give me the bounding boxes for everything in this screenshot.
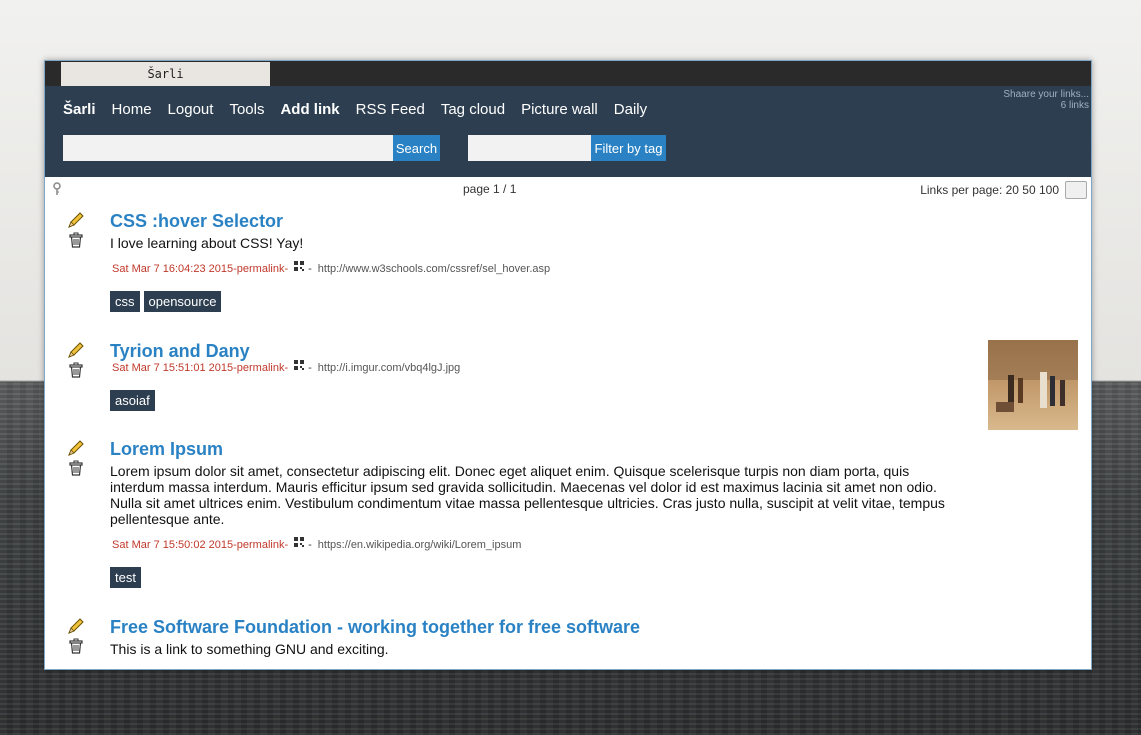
link-date[interactable]: Sat Mar 7 16:04:23 2015	[112, 263, 233, 275]
link-actions	[67, 617, 87, 655]
link-title[interactable]: Free Software Foundation - working toget…	[110, 617, 640, 638]
separator: -	[308, 362, 312, 374]
permalink[interactable]: permalink	[237, 263, 285, 275]
link-title[interactable]: Lorem Ipsum	[110, 439, 223, 460]
site-header: Šarli Home Logout Tools Add link RSS Fee…	[45, 86, 1091, 177]
tagline: Shaare your links...	[1003, 89, 1089, 100]
link-url[interactable]: http://www.w3schools.com/cssref/sel_hove…	[318, 263, 550, 275]
trash-icon[interactable]	[67, 637, 85, 655]
nav-tools[interactable]: Tools	[229, 101, 264, 118]
trash-icon[interactable]	[67, 459, 85, 477]
separator: -	[284, 362, 289, 374]
nav-brand[interactable]: Šarli	[63, 101, 96, 118]
tag-list: test	[110, 567, 141, 588]
tag-filter-input[interactable]	[468, 135, 591, 161]
separator: -	[308, 539, 312, 551]
link-meta: Sat Mar 7 15:50:02 2015 - permalink - - …	[112, 537, 522, 551]
tag[interactable]: test	[110, 567, 141, 588]
tab-title: Šarli	[147, 67, 184, 81]
link-meta: Sat Mar 7 16:04:23 2015 - permalink - - …	[112, 261, 550, 275]
pencil-icon[interactable]	[67, 617, 85, 635]
toggle-button[interactable]	[1065, 181, 1087, 199]
main-nav: Šarli Home Logout Tools Add link RSS Fee…	[63, 101, 647, 118]
link-actions	[67, 211, 87, 249]
tag[interactable]: asoiaf	[110, 390, 155, 411]
qrcode-icon[interactable]	[294, 360, 305, 370]
search-button[interactable]: Search	[393, 135, 440, 161]
pencil-icon[interactable]	[67, 211, 85, 229]
permalink[interactable]: permalink	[237, 362, 285, 374]
tab-bar: Šarli	[45, 61, 1091, 86]
permalink[interactable]: permalink	[237, 539, 285, 551]
separator: -	[284, 263, 289, 275]
browser-window: Šarli Šarli Home Logout Tools Add link R…	[44, 60, 1092, 670]
link-meta: Sat Mar 7 15:51:01 2015 - permalink - - …	[112, 360, 460, 374]
nav-tag-cloud[interactable]: Tag cloud	[441, 101, 505, 118]
tag[interactable]: opensource	[143, 291, 222, 312]
nav-add-link[interactable]: Add link	[280, 101, 339, 118]
link-date[interactable]: Sat Mar 7 15:50:02 2015	[112, 539, 233, 551]
separator: -	[308, 263, 312, 275]
nav-logout[interactable]: Logout	[168, 101, 214, 118]
nav-daily[interactable]: Daily	[614, 101, 647, 118]
tag-list: css opensource	[110, 291, 222, 312]
link-description: Lorem ipsum dolor sit amet, consectetur …	[110, 463, 945, 527]
page-indicator: page 1 / 1	[463, 182, 517, 196]
link-summary: Shaare your links... 6 links	[1003, 89, 1089, 111]
qrcode-icon[interactable]	[294, 261, 305, 271]
separator: -	[284, 539, 289, 551]
link-count: 6 links	[1060, 100, 1089, 111]
link-title[interactable]: CSS :hover Selector	[110, 211, 283, 232]
tag[interactable]: css	[110, 291, 140, 312]
link-description: I love learning about CSS! Yay!	[110, 235, 304, 251]
link-actions	[67, 341, 87, 379]
tag-list: asoiaf	[110, 390, 155, 411]
thumbnail-image[interactable]	[988, 340, 1078, 430]
link-url[interactable]: https://en.wikipedia.org/wiki/Lorem_ipsu…	[318, 539, 522, 551]
link-date[interactable]: Sat Mar 7 15:51:01 2015	[112, 362, 233, 374]
pagination-bar: page 1 / 1 Links per page: 20 50 100	[45, 181, 1091, 203]
search-input[interactable]	[63, 135, 393, 161]
links-per-page[interactable]: Links per page: 20 50 100	[920, 183, 1059, 197]
trash-icon[interactable]	[67, 361, 85, 379]
link-description: This is a link to something GNU and exci…	[110, 641, 389, 657]
qrcode-icon[interactable]	[294, 537, 305, 547]
nav-rss-feed[interactable]: RSS Feed	[356, 101, 425, 118]
pencil-icon[interactable]	[67, 341, 85, 359]
link-url[interactable]: http://i.imgur.com/vbq4lgJ.jpg	[318, 362, 460, 374]
nav-home[interactable]: Home	[112, 101, 152, 118]
browser-tab[interactable]: Šarli	[61, 62, 270, 86]
nav-picture-wall[interactable]: Picture wall	[521, 101, 598, 118]
key-icon[interactable]	[53, 182, 61, 199]
trash-icon[interactable]	[67, 231, 85, 249]
filter-by-tag-button[interactable]: Filter by tag	[591, 135, 666, 161]
link-title[interactable]: Tyrion and Dany	[110, 341, 250, 362]
link-actions	[67, 439, 87, 477]
pencil-icon[interactable]	[67, 439, 85, 457]
